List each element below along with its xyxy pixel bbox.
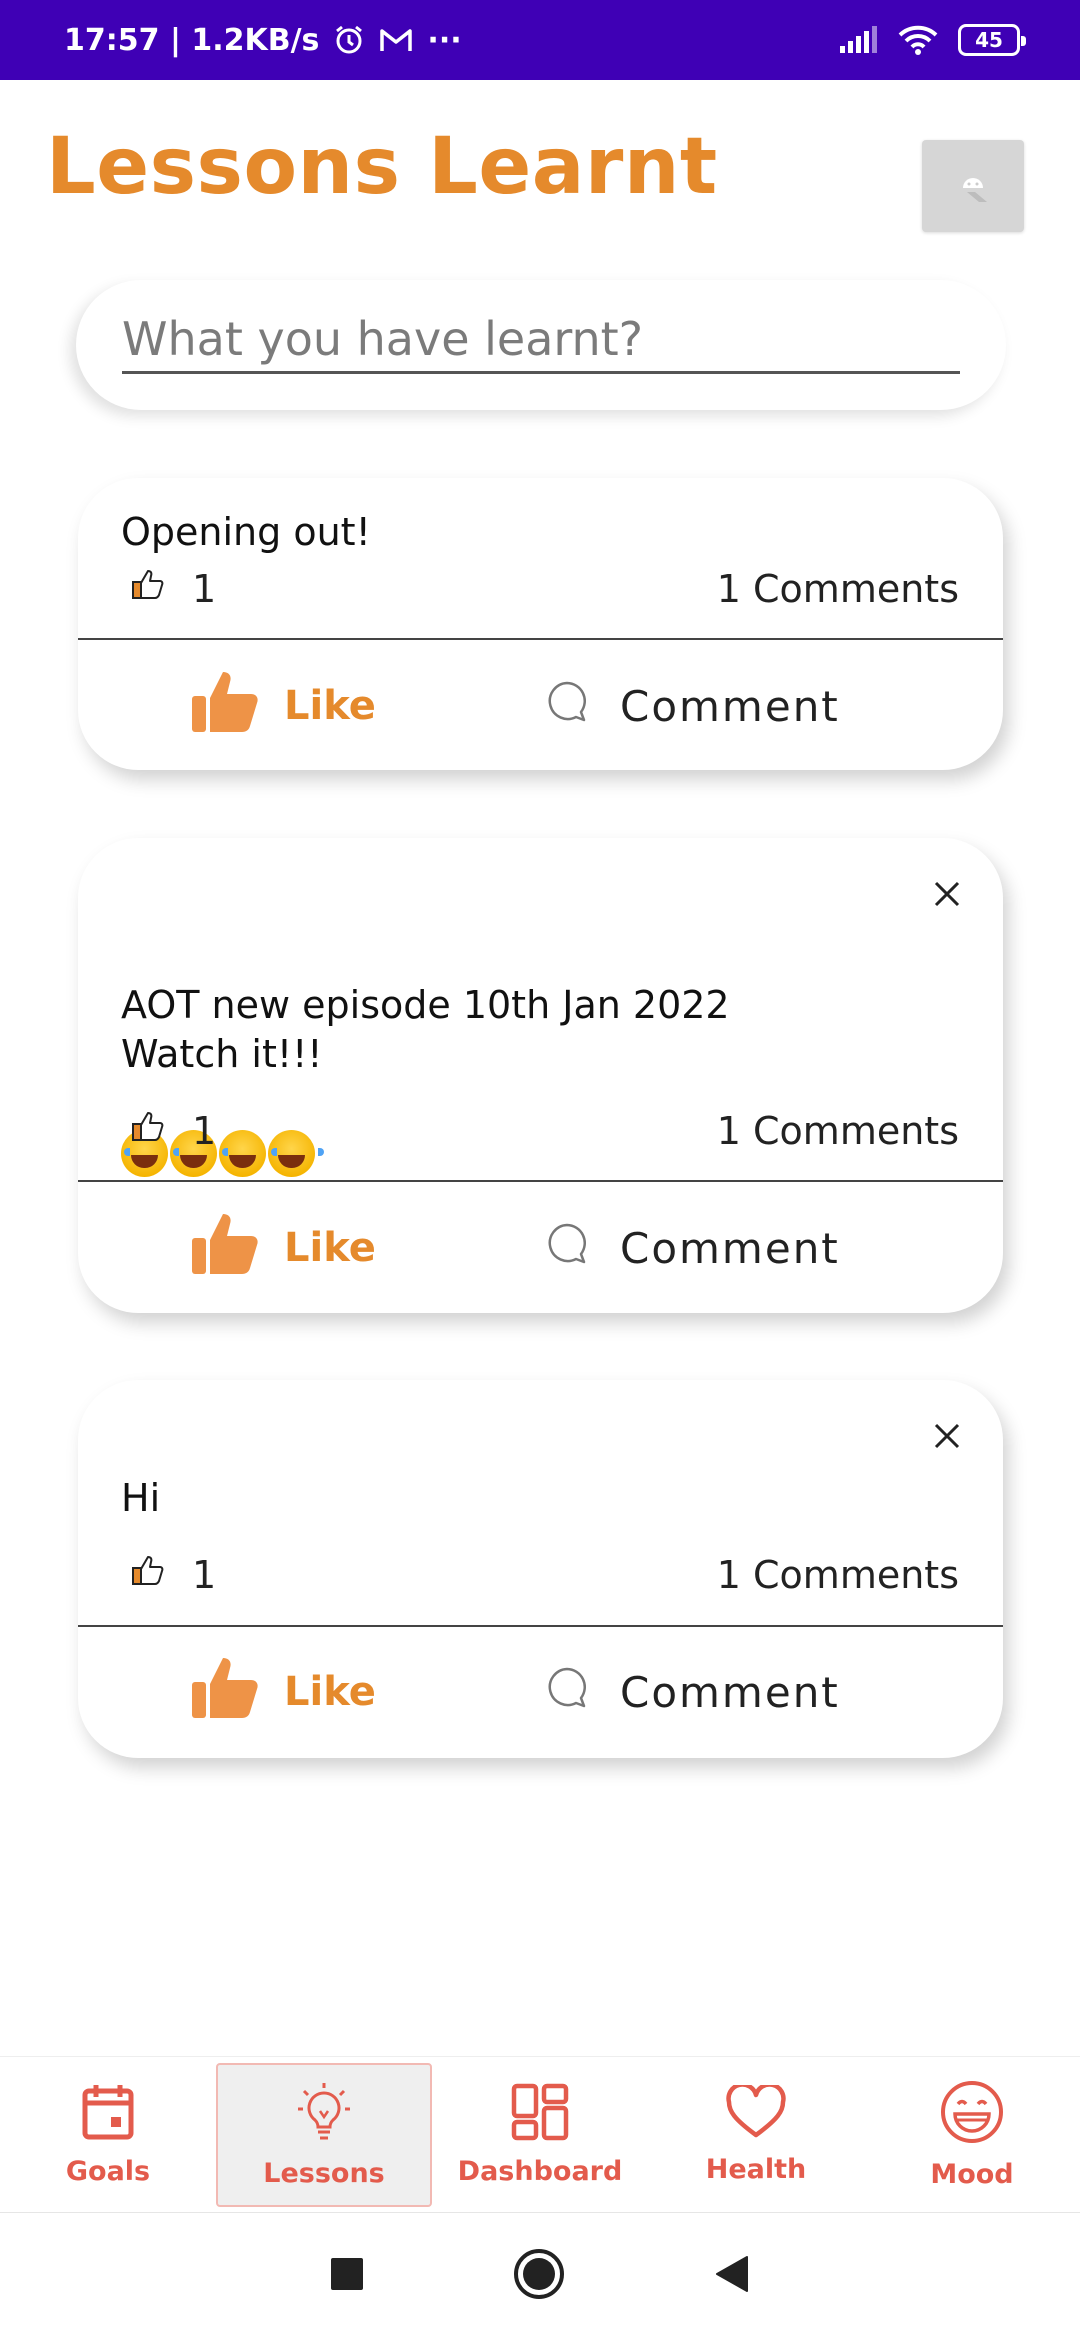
lesson-stats: 1 1 Comments: [130, 1108, 959, 1153]
close-icon: [934, 881, 960, 907]
speech-bubble-icon: [546, 680, 588, 732]
comment-label: Comment: [620, 681, 840, 731]
lesson-stats: 1 1 Comments: [130, 566, 959, 611]
bottom-navigation: Goals Lessons Dashboard Health Mood: [0, 2056, 1080, 2212]
speech-bubble-icon: [546, 1222, 588, 1274]
comment-button[interactable]: Comment: [546, 1666, 840, 1718]
nav-label: Goals: [65, 2156, 151, 2187]
thumbs-up-outline-icon: [130, 1552, 166, 1597]
lesson-input[interactable]: [122, 312, 960, 374]
heart-icon: [726, 2082, 786, 2146]
thumbs-up-outline-icon: [130, 1108, 166, 1153]
nav-item-dashboard[interactable]: Dashboard: [432, 2057, 648, 2213]
like-count: 1: [192, 1108, 217, 1153]
close-button[interactable]: [927, 1416, 967, 1456]
speech-bubble-icon: [546, 1666, 588, 1718]
like-count: 1: [192, 566, 217, 611]
comment-label: Comment: [620, 1667, 840, 1717]
lesson-card: AOT new episode 10th Jan 2022 Watch it!!…: [78, 838, 1003, 1313]
nav-label: Dashboard: [457, 2156, 623, 2187]
card-divider: [78, 638, 1003, 640]
comment-button[interactable]: Comment: [546, 1222, 840, 1274]
lesson-text: Opening out!: [121, 510, 371, 554]
lesson-text: AOT new episode 10th Jan 2022 Watch it!!…: [121, 983, 730, 1076]
thumbs-up-outline-icon: [130, 566, 166, 611]
back-button[interactable]: [715, 2255, 749, 2298]
nav-item-lessons[interactable]: Lessons: [216, 2063, 432, 2207]
close-button[interactable]: [927, 874, 967, 914]
like-label: Like: [284, 1669, 376, 1715]
android-avatar-icon: [953, 164, 993, 209]
gmail-icon: [379, 26, 413, 54]
card-divider: [78, 1180, 1003, 1182]
page-title: Lessons Learnt: [46, 122, 718, 212]
recents-button[interactable]: [331, 2258, 363, 2295]
calendar-icon: [81, 2083, 135, 2148]
comment-count[interactable]: 1 Comments: [717, 1109, 959, 1153]
signal-icon: [838, 26, 878, 54]
alarm-icon: [333, 24, 365, 56]
back-triangle-icon: [716, 2256, 748, 2292]
lesson-card: Opening out! 1 1 Comments Like Comment: [78, 478, 1003, 770]
square-icon: [331, 2258, 363, 2290]
home-button[interactable]: [513, 2248, 565, 2305]
nav-item-health[interactable]: Health: [648, 2057, 864, 2213]
battery-level: 45: [975, 28, 1003, 52]
thumbs-up-icon: [190, 1210, 260, 1286]
lesson-text: Hi: [121, 1476, 161, 1520]
comment-count[interactable]: 1 Comments: [717, 1553, 959, 1597]
thumbs-up-icon: [190, 1654, 260, 1730]
status-time: 17:57 | 1.2KB/s: [64, 22, 320, 58]
card-divider: [78, 1625, 1003, 1627]
wifi-icon: [898, 25, 938, 55]
lesson-input-container: [76, 280, 1006, 410]
like-button[interactable]: Like: [190, 668, 376, 744]
nav-label: Mood: [930, 2159, 1014, 2190]
home-circle-icon: [514, 2249, 564, 2299]
lightbulb-icon: [294, 2081, 354, 2150]
comment-label: Comment: [620, 1223, 840, 1273]
dashboard-grid-icon: [511, 2083, 569, 2148]
lesson-card: Hi 1 1 Comments Like Comment: [78, 1380, 1003, 1758]
comment-button[interactable]: Comment: [546, 680, 840, 732]
like-label: Like: [284, 1225, 376, 1271]
status-bar: 17:57 | 1.2KB/s ··· 45: [0, 0, 1080, 80]
lesson-stats: 1 1 Comments: [130, 1552, 959, 1597]
nav-label: Health: [705, 2154, 807, 2185]
nav-item-goals[interactable]: Goals: [0, 2057, 216, 2213]
close-icon: [934, 1423, 960, 1449]
battery-icon: 45: [958, 24, 1026, 56]
nav-item-mood[interactable]: Mood: [864, 2057, 1080, 2213]
system-navigation-bar: [0, 2212, 1080, 2340]
like-button[interactable]: Like: [190, 1654, 376, 1730]
profile-button[interactable]: [922, 140, 1024, 232]
comment-count[interactable]: 1 Comments: [717, 567, 959, 611]
thumbs-up-icon: [190, 668, 260, 744]
like-count: 1: [192, 1552, 217, 1597]
like-label: Like: [284, 683, 376, 729]
nav-label: Lessons: [263, 2158, 385, 2189]
smiley-icon: [940, 2080, 1004, 2151]
more-notifications-icon: ···: [427, 22, 462, 58]
like-button[interactable]: Like: [190, 1210, 376, 1286]
